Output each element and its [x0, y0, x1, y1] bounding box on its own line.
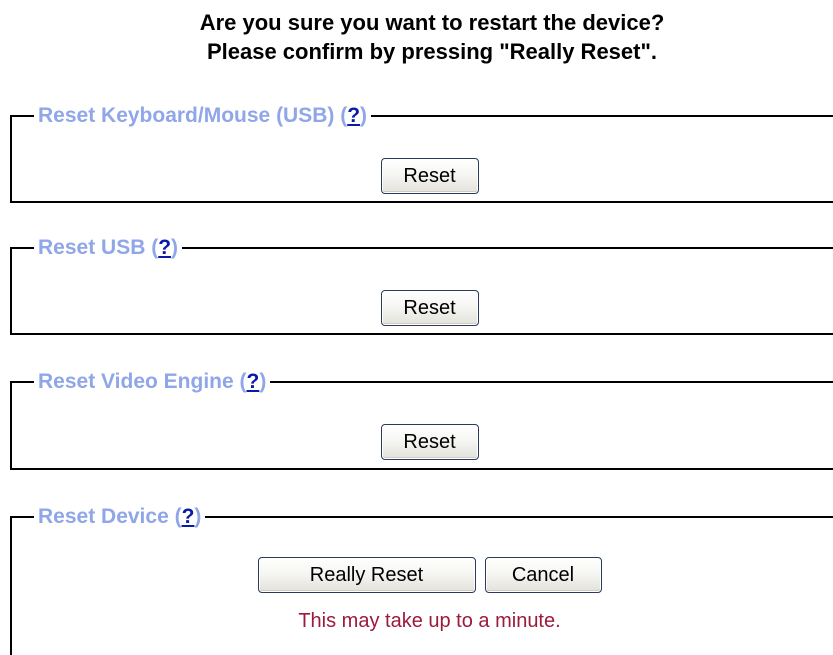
- reset-page: Are you sure you want to restart the dev…: [0, 0, 833, 655]
- reset-usb-section: Reset USB (?) Reset: [10, 236, 833, 335]
- button-row: Reset: [12, 158, 833, 194]
- section-legend: Reset USB (?): [38, 236, 179, 259]
- section-title: Reset USB: [38, 236, 146, 259]
- button-row: Reset: [12, 290, 833, 326]
- section-title: Reset Video Engine: [38, 370, 234, 393]
- reset-keyboard-mouse-section: Reset Keyboard/Mouse (USB) (?) Reset: [10, 104, 833, 203]
- restart-duration-note: This may take up to a minute.: [298, 610, 561, 632]
- reset-usb-button[interactable]: Reset: [380, 290, 479, 326]
- really-reset-button[interactable]: Really Reset: [257, 557, 476, 593]
- reset-keyboard-mouse-button[interactable]: Reset: [380, 158, 479, 194]
- reset-device-section: Reset Device (?) Really Reset Cancel This…: [10, 505, 833, 655]
- confirm-line-1: Are you sure you want to restart the dev…: [199, 10, 665, 35]
- help-link[interactable]: ?: [247, 370, 260, 393]
- help-link[interactable]: ?: [182, 505, 195, 528]
- section-title: Reset Keyboard/Mouse (USB): [38, 104, 335, 127]
- button-row: Reset: [12, 424, 833, 460]
- section-legend: Reset Device (?): [38, 505, 202, 528]
- help-link[interactable]: ?: [347, 104, 360, 127]
- section-legend: Reset Keyboard/Mouse (USB) (?): [38, 104, 368, 127]
- section-title: Reset Device: [38, 505, 169, 528]
- button-row: Really Reset Cancel: [12, 557, 833, 593]
- help-link[interactable]: ?: [158, 236, 171, 259]
- reset-video-engine-button[interactable]: Reset: [380, 424, 479, 460]
- section-legend: Reset Video Engine (?): [38, 370, 267, 393]
- reset-video-engine-section: Reset Video Engine (?) Reset: [10, 370, 833, 470]
- confirm-line-2: Please confirm by pressing "Really Reset…: [206, 39, 658, 64]
- cancel-button[interactable]: Cancel: [484, 557, 602, 593]
- confirm-heading: Are you sure you want to restart the dev…: [0, 8, 833, 66]
